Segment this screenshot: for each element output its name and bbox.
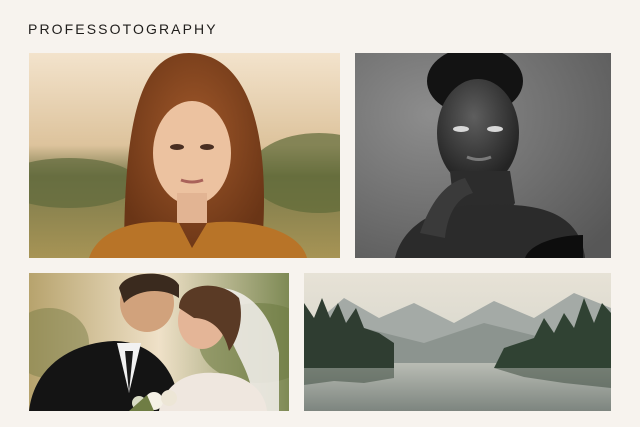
gallery-photo-portrait-warm[interactable] (29, 53, 340, 258)
gallery-photo-mountain-lake[interactable] (304, 273, 611, 411)
portrait-warm-image (29, 53, 340, 258)
gallery-photo-wedding-couple[interactable] (29, 273, 289, 411)
mountain-lake-image (304, 273, 611, 411)
brand-logo-text[interactable]: PROFESSOTOGRAPHY (28, 20, 218, 38)
portrait-bw-image (355, 53, 611, 258)
gallery-photo-portrait-bw[interactable] (355, 53, 611, 258)
wedding-couple-image (29, 273, 289, 411)
